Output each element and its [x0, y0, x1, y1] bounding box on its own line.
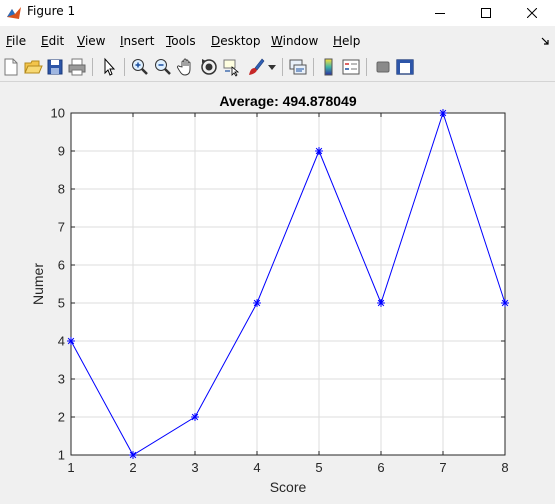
menu-mnemonic: V [77, 34, 85, 48]
data-point-marker [253, 299, 261, 307]
y-tick-label: 3 [58, 372, 65, 387]
print-icon[interactable] [67, 57, 87, 77]
figure-canvas[interactable]: 1 2 3 4 5 6 7 8 1 2 3 4 5 6 7 8 9 10 Average: 494.878049 … [0, 82, 555, 500]
toolbar-separator [92, 58, 93, 76]
line-chart[interactable]: 1 2 3 4 5 6 7 812345678910 Average: 494.878049 … [0, 82, 555, 500]
menu-label: ools [171, 34, 196, 48]
y-tick-label: 2 [58, 410, 65, 425]
axes-background[interactable] [71, 113, 505, 455]
y-tick-label: 4 [58, 334, 65, 349]
x-tick-label: 3 [191, 460, 198, 475]
menu-bar: File Edit View Insert Tools Desktop Wind… [0, 30, 555, 52]
y-axis-label: Numer [30, 263, 46, 305]
data-point-marker [377, 299, 385, 307]
data-point-marker [315, 147, 323, 155]
show-plot-tools-icon[interactable] [395, 57, 415, 77]
menu-edit[interactable]: Edit [41, 34, 64, 48]
x-tick-label: 4 [253, 460, 260, 475]
x-tick-label: 8 [501, 460, 508, 475]
y-tick-label: 10 [51, 106, 65, 121]
menu-tools[interactable]: Tools [166, 34, 196, 48]
toolbar-separator [124, 58, 125, 76]
legend-icon[interactable] [341, 57, 361, 77]
menu-mnemonic: E [41, 34, 49, 48]
menu-mnemonic: W [271, 34, 283, 48]
y-tick-label: 9 [58, 144, 65, 159]
menu-window[interactable]: Window [271, 34, 318, 48]
menu-label: elp [342, 34, 361, 48]
dock-arrow-icon[interactable] [540, 36, 550, 46]
colorbar-icon[interactable] [319, 57, 339, 77]
toolbar-separator [366, 58, 367, 76]
window-titlebar: Figure 1 [0, 0, 555, 26]
y-tick-label: 8 [58, 182, 65, 197]
zoom-out-icon[interactable] [153, 57, 173, 77]
data-cursor-icon[interactable] [222, 57, 242, 77]
brush-dropdown-icon[interactable] [268, 65, 276, 71]
menu-view[interactable]: View [77, 34, 105, 48]
menu-label: ile [12, 34, 27, 48]
menu-file[interactable]: File [6, 34, 26, 48]
data-point-marker [439, 109, 447, 117]
menu-label: indow [282, 34, 319, 48]
y-tick-label: 1 [58, 448, 65, 463]
link-plot-icon[interactable] [288, 57, 308, 77]
y-tick-label: 7 [58, 220, 65, 235]
window-title: Figure 1 [27, 4, 76, 18]
brush-icon[interactable] [246, 57, 266, 77]
menu-help[interactable]: Help [333, 34, 360, 48]
zoom-in-icon[interactable] [130, 57, 150, 77]
minimize-button[interactable] [417, 0, 463, 26]
close-icon [527, 8, 537, 18]
menu-insert[interactable]: Insert [120, 34, 154, 48]
maximize-icon [481, 8, 491, 18]
y-tick-label: 6 [58, 258, 65, 273]
x-tick-label: 2 [129, 460, 136, 475]
data-point-marker [67, 337, 75, 345]
data-point-marker [501, 299, 509, 307]
x-tick-label: 6 [377, 460, 384, 475]
toolbar-separator [282, 58, 283, 76]
x-tick-label: 7 [439, 460, 446, 475]
menu-label: esktop [220, 34, 261, 48]
x-axis-label: Score [270, 479, 307, 495]
open-file-icon[interactable] [23, 57, 43, 77]
close-button[interactable] [509, 0, 555, 26]
minimize-icon [435, 13, 445, 14]
data-point-marker [191, 413, 199, 421]
figure-toolbar [0, 53, 555, 82]
menu-mnemonic: H [333, 34, 343, 48]
menu-mnemonic: D [211, 34, 221, 48]
menu-label: nsert [123, 34, 155, 48]
new-figure-icon[interactable] [1, 57, 21, 77]
select-arrow-icon[interactable] [99, 57, 119, 77]
save-icon[interactable] [45, 57, 65, 77]
y-tick-label: 5 [58, 296, 65, 311]
menu-desktop[interactable]: Desktop [211, 34, 261, 48]
x-tick-label: 1 [67, 460, 74, 475]
data-point-marker [129, 451, 137, 459]
x-tick-label: 5 [315, 460, 322, 475]
maximize-button[interactable] [463, 0, 509, 26]
chart-title: Average: 494.878049 [219, 93, 356, 109]
pan-icon[interactable] [176, 57, 196, 77]
menu-label: dit [48, 34, 65, 48]
toolbar-separator [313, 58, 314, 76]
menu-label: iew [84, 34, 106, 48]
rotate-3d-icon[interactable] [199, 57, 219, 77]
hide-plot-tools-icon[interactable] [373, 57, 393, 77]
matlab-logo-icon [7, 7, 21, 19]
